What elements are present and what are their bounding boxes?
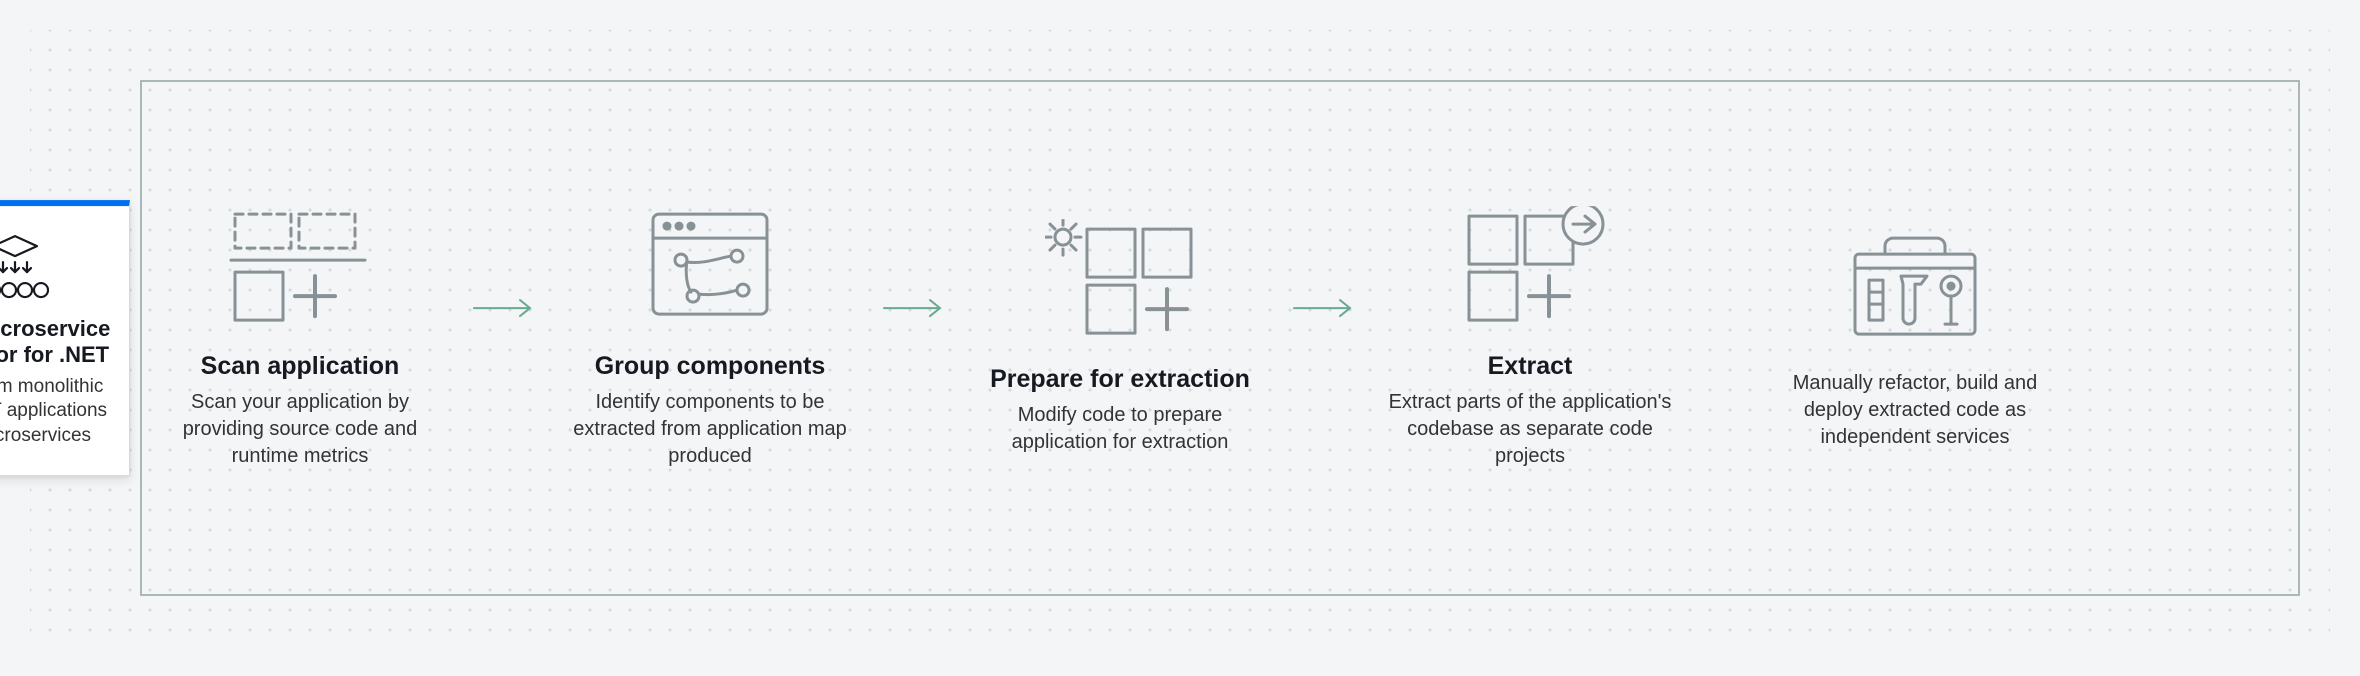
prepare-icon: [970, 220, 1270, 340]
intro-card: AWS Microservice Extractor for .NET Tran…: [0, 200, 130, 476]
intro-card-title: AWS Microservice Extractor for .NET: [0, 316, 111, 369]
step-title: Prepare for extraction: [970, 366, 1270, 395]
arrow-icon: [880, 296, 950, 320]
step-desc: Extract parts of the application's codeb…: [1380, 389, 1680, 470]
step-extract: Extract Extract parts of the application…: [1380, 206, 1680, 470]
step-desc: Scan your application by providing sourc…: [150, 389, 450, 470]
arrow-icon: [470, 296, 540, 320]
arrow-icon: [1290, 296, 1360, 320]
step-title: Group components: [560, 352, 860, 381]
group-icon: [560, 206, 860, 326]
step-group: Group components Identify components to …: [560, 206, 860, 470]
intro-card-subtitle: Transform monolithic ASP.NET application…: [0, 375, 111, 449]
step-title: Extract: [1380, 352, 1680, 381]
end-block: Manually refactor, build and deploy extr…: [1770, 225, 2060, 452]
step-title: Scan application: [150, 352, 450, 381]
step-prepare: Prepare for extraction Modify code to pr…: [970, 220, 1270, 457]
end-desc: Manually refactor, build and deploy extr…: [1770, 371, 2060, 452]
extract-icon: [1380, 206, 1680, 326]
step-desc: Identify components to be extracted from…: [560, 389, 860, 470]
scan-icon: [150, 206, 450, 326]
step-desc: Modify code to prepare application for e…: [970, 403, 1270, 457]
step-scan: Scan application Scan your application b…: [150, 206, 450, 470]
extractor-icon: [0, 234, 111, 304]
process-flow: AWS Microservice Extractor for .NET Tran…: [60, 200, 2300, 476]
toolbox-icon: [1770, 225, 2060, 345]
